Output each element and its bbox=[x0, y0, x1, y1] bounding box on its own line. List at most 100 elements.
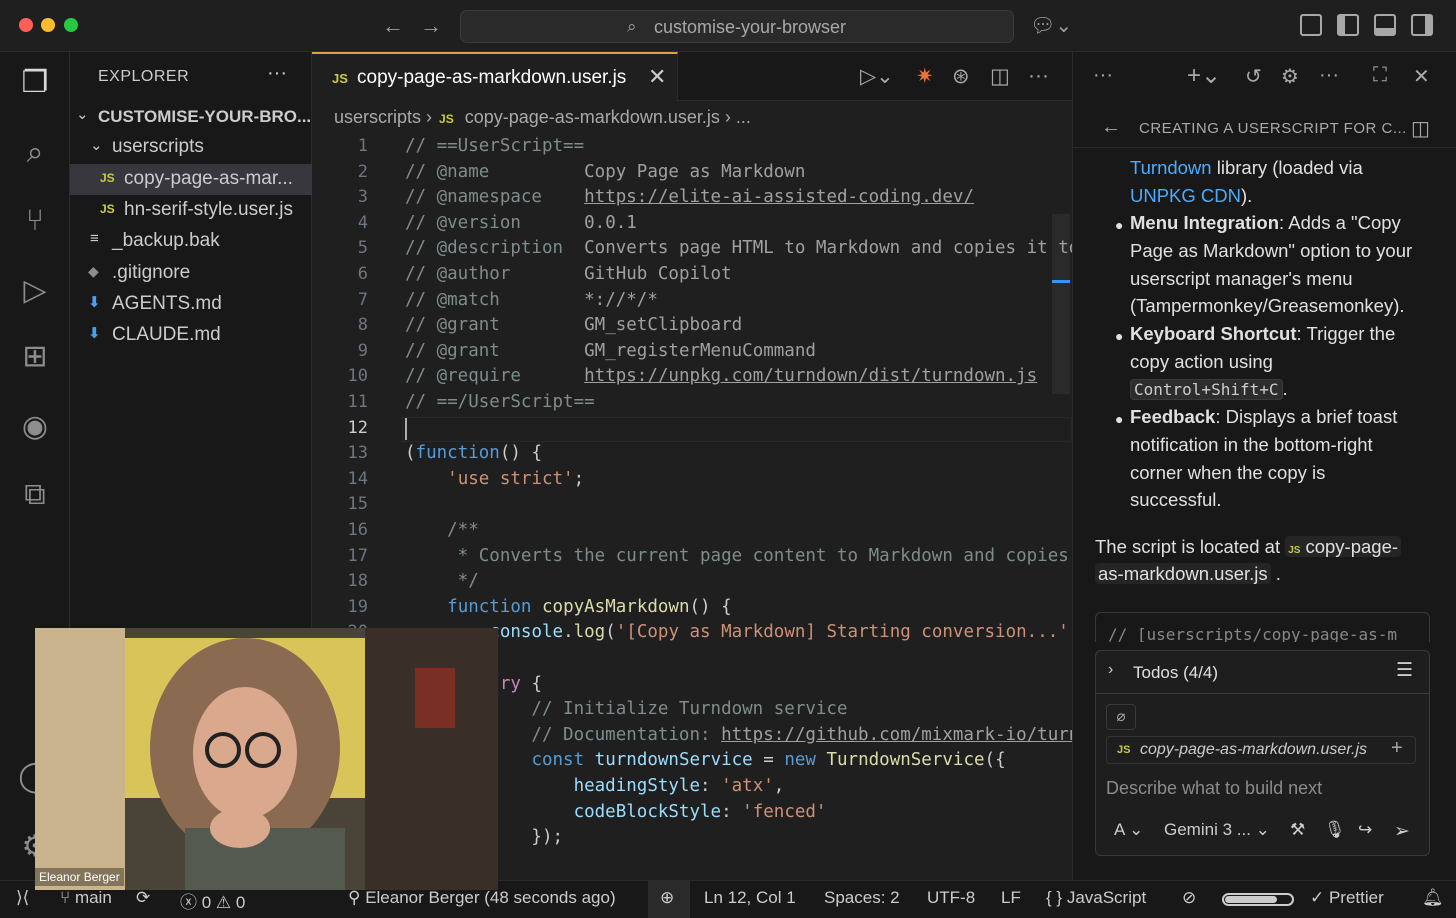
prettier-status[interactable]: ✓ Prettier bbox=[1310, 888, 1384, 908]
toggle-panel-icon[interactable] bbox=[1374, 14, 1396, 36]
forward-arrow-icon[interactable]: → bbox=[420, 13, 442, 39]
code-line: console.log('[Copy as Markdown] Starting… bbox=[489, 622, 1072, 643]
claude-icon[interactable]: ✷ bbox=[916, 64, 934, 89]
tools-icon[interactable]: ⚒ bbox=[1290, 820, 1305, 840]
history-icon[interactable]: ↺ bbox=[1245, 64, 1262, 89]
run-icon[interactable]: ▷⌄ bbox=[860, 64, 894, 89]
remote-icon[interactable]: ⟩⟨ bbox=[16, 888, 29, 908]
line-number: 16 bbox=[347, 520, 368, 540]
branch-indicator[interactable]: ⑂ main bbox=[60, 888, 112, 908]
send-icon[interactable]: ➢ bbox=[1394, 820, 1410, 843]
toggle-primary-sidebar-icon[interactable] bbox=[1337, 14, 1359, 36]
delegate-icon[interactable]: ↪ bbox=[1358, 820, 1372, 840]
problems-indicator[interactable]: ⓧ 0 ⚠ 0 bbox=[180, 888, 245, 913]
breadcrumb-folder[interactable]: userscripts bbox=[334, 107, 421, 127]
tab-bar: JS copy-page-as-markdown.user.js ✕ ▷⌄ ✷ … bbox=[312, 52, 1072, 101]
code-line: * Converts the current page content to M… bbox=[405, 545, 1072, 566]
unpkg-link[interactable]: UNPKG CDN bbox=[1130, 185, 1241, 206]
code-block-preview: // [userscripts/copy-page-as-m bbox=[1095, 612, 1430, 642]
todos-toggle[interactable]: › Todos (4/4) ☰ bbox=[1095, 650, 1430, 694]
language-mode[interactable]: { } JavaScript bbox=[1046, 888, 1146, 908]
end-of-line[interactable]: LF bbox=[1001, 888, 1021, 908]
copilot-usage-bar[interactable] bbox=[1222, 893, 1294, 906]
zoom-indicator[interactable]: ⊕ bbox=[648, 881, 690, 918]
split-editor-icon[interactable]: ◫ bbox=[990, 64, 1010, 89]
workspace-root[interactable]: ⌄ CUSTOMISE-YOUR-BRO... bbox=[70, 101, 312, 132]
code-line: // @require https://unpkg.com/turndown/d… bbox=[405, 366, 1038, 387]
back-arrow-icon[interactable]: ← bbox=[1101, 116, 1121, 139]
bullet: ● bbox=[1115, 217, 1124, 233]
more-actions-icon[interactable]: ··· bbox=[1093, 64, 1113, 87]
tree-file-copy-page[interactable]: JS copy-page-as-mar... bbox=[70, 164, 312, 195]
tree-file-hn-serif[interactable]: JS hn-serif-style.user.js bbox=[70, 195, 312, 226]
gear-icon[interactable]: ⚙ bbox=[1281, 64, 1299, 89]
source-control-icon[interactable]: ⑂ bbox=[18, 204, 52, 238]
run-debug-icon[interactable]: ▷ bbox=[18, 274, 52, 308]
model-selector[interactable]: Gemini 3 ... ⌄ bbox=[1164, 820, 1270, 840]
more-actions-icon[interactable]: ··· bbox=[1028, 64, 1049, 88]
command-center-search[interactable]: ⌕ customise-your-browser bbox=[460, 10, 1014, 43]
file-reference-chip[interactable]: JS copy-page- bbox=[1285, 536, 1402, 557]
chat-input-box: ⌀ JS copy-page-as-markdown.user.js + Des… bbox=[1095, 694, 1430, 856]
more-actions-icon[interactable]: ··· bbox=[267, 62, 287, 85]
more-actions-icon[interactable]: ··· bbox=[1319, 64, 1339, 87]
indentation[interactable]: Spaces: 2 bbox=[824, 888, 900, 908]
tree-folder-userscripts[interactable]: ⌄ userscripts bbox=[70, 132, 312, 163]
sync-icon[interactable]: ⟳ bbox=[136, 888, 150, 908]
line-number: 8 bbox=[357, 315, 368, 336]
back-arrow-icon[interactable]: ← bbox=[382, 13, 404, 39]
add-context-icon[interactable]: + bbox=[1391, 737, 1403, 760]
git-icon: ◆ bbox=[88, 263, 99, 279]
line-number: 3 bbox=[357, 187, 368, 208]
remote-explorer-icon[interactable]: ⧉ bbox=[18, 478, 52, 512]
close-icon[interactable]: ✕ bbox=[648, 64, 666, 90]
line-number: 19 bbox=[347, 596, 368, 617]
close-icon[interactable]: ✕ bbox=[1413, 64, 1430, 89]
customize-layout-icon[interactable] bbox=[1300, 14, 1322, 36]
chevron-right-icon: › bbox=[1108, 661, 1114, 678]
extensions-icon[interactable]: ⊞ bbox=[18, 340, 52, 374]
chat-header: ← CREATING A USERSCRIPT FOR C... ◫ bbox=[1073, 108, 1456, 148]
line-number: 10 bbox=[347, 366, 368, 387]
breadcrumb-file[interactable]: copy-page-as-markdown.user.js bbox=[465, 107, 720, 127]
text-file-icon: ≡ bbox=[90, 230, 99, 247]
tree-file-claude[interactable]: ⬇ CLAUDE.md bbox=[70, 320, 312, 351]
explorer-files-icon[interactable]: ❐ bbox=[18, 66, 52, 100]
copilot-disabled-icon[interactable]: ⊘ bbox=[1182, 888, 1196, 908]
github-icon[interactable]: ◉ bbox=[18, 410, 52, 444]
toggle-secondary-sidebar-icon[interactable] bbox=[1411, 14, 1433, 36]
tree-file-backup[interactable]: ≡ _backup.bak bbox=[70, 226, 312, 257]
copilot-chat-icon[interactable]: 💬︎⌄ bbox=[1030, 13, 1072, 38]
maximize-icon[interactable]: ⛶ bbox=[1373, 64, 1387, 87]
panel-toggle-icon[interactable]: ◫ bbox=[1411, 116, 1430, 141]
microphone-icon[interactable]: 🎙︎ bbox=[1324, 820, 1346, 840]
new-chat-icon[interactable]: +⌄ bbox=[1187, 61, 1221, 90]
cursor-position[interactable]: Ln 12, Col 1 bbox=[704, 888, 796, 908]
encoding[interactable]: UTF-8 bbox=[927, 888, 975, 908]
tree-file-gitignore[interactable]: ◆ .gitignore bbox=[70, 258, 312, 289]
window-minimize-button[interactable] bbox=[41, 18, 55, 32]
clear-todos-icon[interactable]: ☰ bbox=[1396, 659, 1413, 682]
tree-file-agents[interactable]: ⬇ AGENTS.md bbox=[70, 289, 312, 320]
openai-icon[interactable]: ⊛ bbox=[952, 64, 970, 89]
notifications-bell-icon[interactable]: 🔔︎ bbox=[1422, 888, 1444, 908]
tab-copy-page-as-markdown[interactable]: JS copy-page-as-markdown.user.js ✕ bbox=[312, 52, 678, 101]
window-maximize-button[interactable] bbox=[64, 18, 78, 32]
context-file-chip[interactable]: JS copy-page-as-markdown.user.js + bbox=[1106, 736, 1416, 764]
turndown-link[interactable]: Turndown bbox=[1130, 157, 1212, 178]
git-blame[interactable]: ⚲ Eleanor Berger (48 seconds ago) bbox=[348, 888, 616, 908]
todos-label: Todos (4/4) bbox=[1133, 663, 1219, 682]
search-icon[interactable]: ⌕ bbox=[18, 136, 52, 170]
code-line: // @name Copy Page as Markdown bbox=[405, 161, 806, 182]
zoom-icon: ⊕ bbox=[660, 888, 675, 907]
breadcrumb-more[interactable]: ... bbox=[736, 107, 751, 127]
line-number: 1 bbox=[357, 136, 368, 156]
code-line: // @namespace https://elite-ai-assisted-… bbox=[405, 187, 974, 208]
bullet: ● bbox=[1115, 328, 1124, 344]
window-close-button[interactable] bbox=[19, 18, 33, 32]
attach-icon[interactable]: ⌀ bbox=[1106, 704, 1136, 730]
chat-prompt-input[interactable]: Describe what to build next bbox=[1106, 778, 1322, 799]
file-reference-chip-cont[interactable]: as-markdown.user.js bbox=[1095, 563, 1271, 584]
mode-selector[interactable]: A ⌄ bbox=[1114, 820, 1143, 840]
line-number: 13 bbox=[347, 443, 368, 464]
